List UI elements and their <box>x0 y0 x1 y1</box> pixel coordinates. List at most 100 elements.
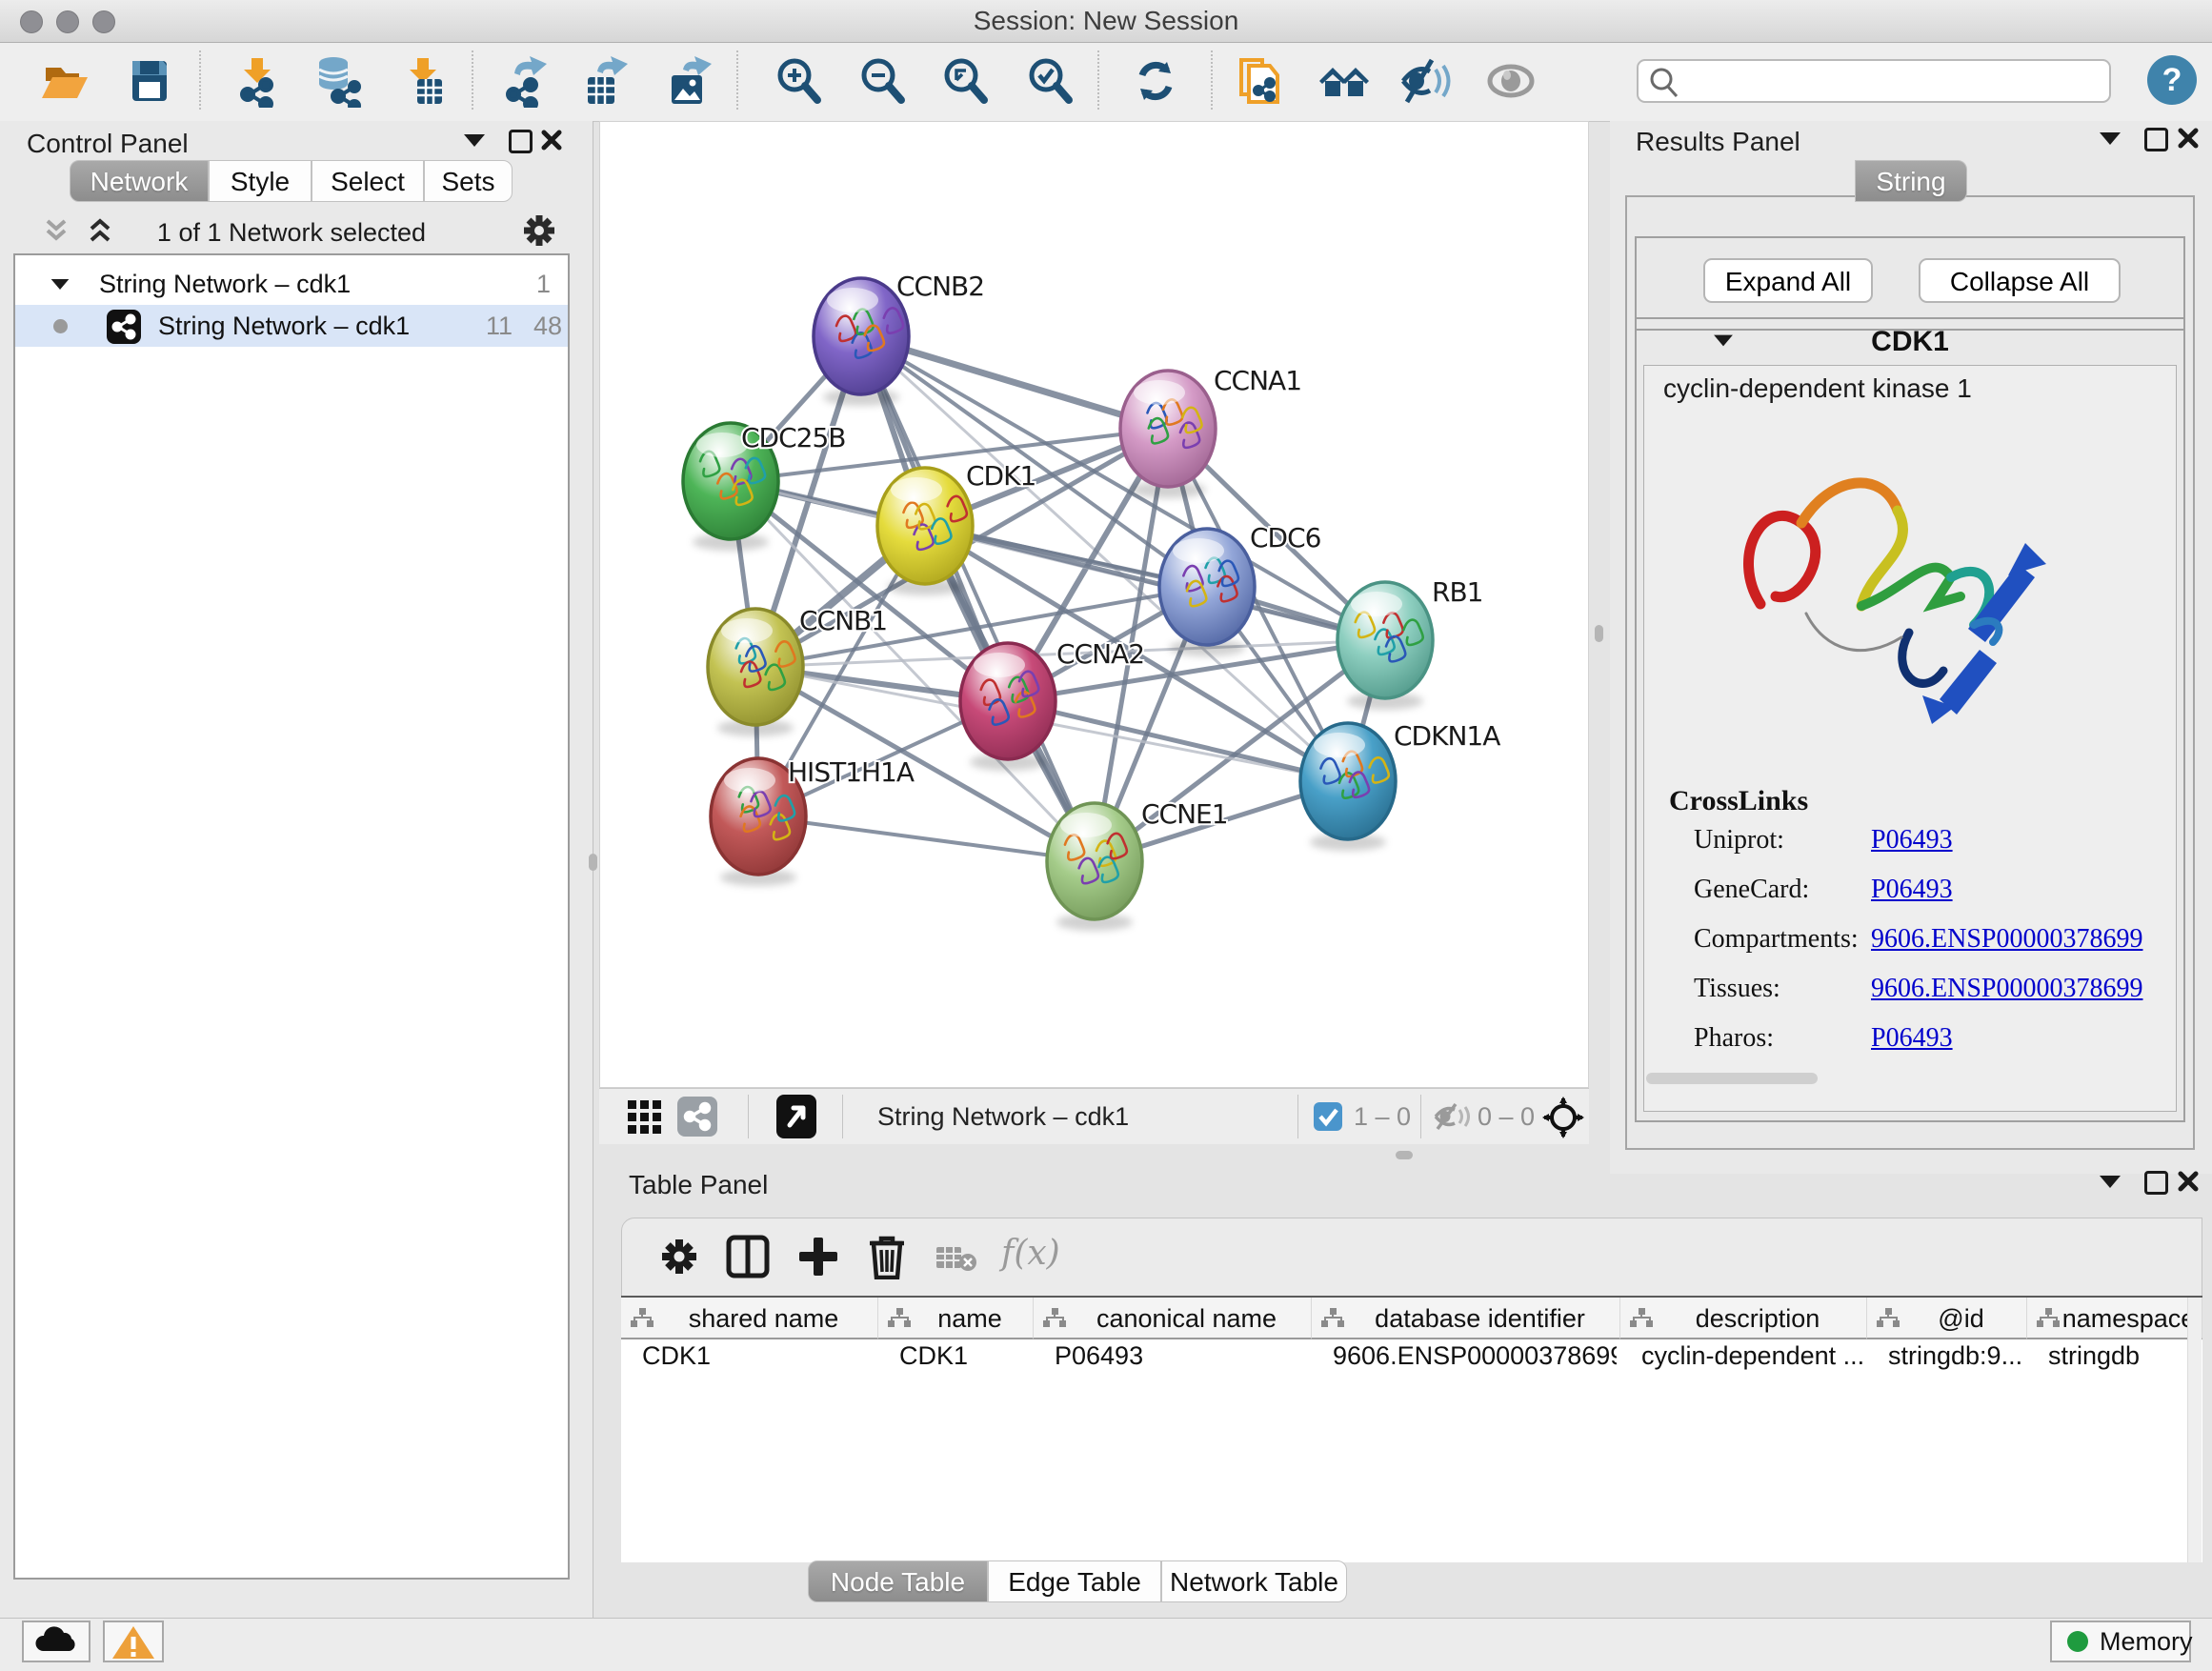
panel-menu-icon[interactable] <box>2100 132 2121 145</box>
tab-string[interactable]: String <box>1855 160 1967 202</box>
crosslinks-heading: CrossLinks <box>1669 785 1808 817</box>
help-button[interactable]: ? <box>2147 55 2197 105</box>
network-node-ccne1[interactable]: CCNE1 <box>1047 798 1228 919</box>
create-column-icon[interactable] <box>795 1234 841 1279</box>
gear-icon[interactable] <box>520 211 558 250</box>
export-network-icon[interactable] <box>497 54 551 108</box>
network-edge[interactable] <box>758 816 1095 861</box>
tab-network[interactable]: Network <box>70 160 209 202</box>
column-header-canonicalname[interactable]: canonical name <box>1034 1298 1312 1339</box>
splitter-handle[interactable] <box>1595 625 1603 642</box>
network-node-ccnb1[interactable]: CCNB1 <box>708 605 887 725</box>
selected-checkbox-icon[interactable] <box>1314 1102 1342 1131</box>
network-node-rb1[interactable]: RB1 <box>1337 576 1482 698</box>
network-graph[interactable]: CCNB2CCNA1CDC25BCDK1CDC6RB1CCNB1CCNA2CDK… <box>600 122 1588 1087</box>
warning-status-button[interactable] <box>103 1621 164 1662</box>
panel-close-icon[interactable] <box>541 130 562 151</box>
delete-table-icon[interactable] <box>936 1243 978 1274</box>
table-cell[interactable]: CDK1 <box>899 1341 1030 1383</box>
table-cell[interactable]: CDK1 <box>642 1341 875 1383</box>
column-header-label: shared name <box>654 1298 874 1339</box>
panel-menu-icon[interactable] <box>2100 1176 2121 1188</box>
zoom-out-icon[interactable] <box>855 54 909 108</box>
tab-style[interactable]: Style <box>209 160 312 202</box>
network-node-cdc6[interactable]: CDC6 <box>1159 522 1321 645</box>
save-session-icon[interactable] <box>123 54 176 108</box>
equation-fx-icon[interactable]: f(x) <box>1001 1234 1060 1273</box>
panel-float-icon[interactable] <box>2144 128 2168 151</box>
crosslink-value-link[interactable]: 9606.ENSP00000378699 <box>1871 974 2142 1004</box>
panel-menu-icon[interactable] <box>464 134 485 147</box>
export-image-icon[interactable] <box>662 54 715 108</box>
table-cell[interactable]: stringdb:9... <box>1888 1341 2023 1383</box>
tab-sets[interactable]: Sets <box>424 160 513 202</box>
network-canvas[interactable]: CCNB2CCNA1CDC25BCDK1CDC6RB1CCNB1CCNA2CDK… <box>599 121 1589 1088</box>
export-table-icon[interactable] <box>578 54 632 108</box>
network-collection-row[interactable]: String Network – cdk1 1 <box>15 263 568 305</box>
network-share-icon[interactable] <box>677 1097 717 1137</box>
import-network-database-icon[interactable] <box>311 54 364 108</box>
crosslink-value-link[interactable]: 9606.ENSP00000378699 <box>1871 924 2142 955</box>
panel-float-icon[interactable] <box>509 130 533 153</box>
column-header-databaseidentifier[interactable]: database identifier <box>1312 1298 1620 1339</box>
hide-selected-icon[interactable] <box>1399 54 1453 108</box>
node-gloss <box>974 653 1025 677</box>
table-cell[interactable]: 9606.ENSP00000378699 <box>1333 1341 1617 1383</box>
tab-select[interactable]: Select <box>312 160 424 202</box>
column-header-name[interactable]: name <box>878 1298 1034 1339</box>
show-columns-icon[interactable] <box>725 1234 771 1279</box>
cloud-status-button[interactable] <box>22 1621 90 1662</box>
birds-eye-icon[interactable] <box>1542 1097 1584 1138</box>
crosslink-value-link[interactable]: P06493 <box>1871 1023 1953 1054</box>
zoom-selected-icon[interactable] <box>1023 54 1076 108</box>
crosslink-value-link[interactable]: P06493 <box>1871 825 1953 856</box>
memory-button[interactable]: Memory <box>2050 1621 2191 1662</box>
tab-node-table[interactable]: Node Table <box>808 1560 988 1602</box>
zoom-fit-icon[interactable] <box>938 54 992 108</box>
open-in-window-icon[interactable] <box>776 1095 816 1138</box>
network-row-selected[interactable]: String Network – cdk1 11 48 <box>15 305 568 347</box>
network-node-ccnb2[interactable]: CCNB2 <box>814 271 984 394</box>
search-field[interactable] <box>1637 59 2111 103</box>
show-all-icon[interactable] <box>1484 54 1538 108</box>
column-type-icon <box>631 1308 654 1329</box>
expand-all-button[interactable]: Expand All <box>1703 258 1873 303</box>
window-title: Session: New Session <box>0 0 2212 42</box>
panel-close-icon[interactable] <box>2178 128 2199 149</box>
crosslink-value-link[interactable]: P06493 <box>1871 875 1953 905</box>
table-settings-gear-icon[interactable] <box>658 1236 700 1278</box>
zoom-in-icon[interactable] <box>772 54 825 108</box>
import-network-file-icon[interactable] <box>231 54 284 108</box>
splitter-handle[interactable] <box>1396 1151 1413 1159</box>
clone-network-icon[interactable] <box>1234 54 1287 108</box>
hidden-eye-icon[interactable] <box>1434 1102 1470 1131</box>
network-node-cdc25b[interactable]: CDC25B <box>683 422 846 539</box>
network-node-cdk1[interactable]: CDK1 <box>877 460 1036 584</box>
panel-float-icon[interactable] <box>2144 1171 2168 1195</box>
collapse-all-button[interactable]: Collapse All <box>1919 258 2121 303</box>
open-session-icon[interactable] <box>38 54 91 108</box>
network-node-cdkn1a[interactable]: CDKN1A <box>1300 720 1500 839</box>
column-header-sharedname[interactable]: shared name <box>621 1298 878 1339</box>
node-label: CDKN1A <box>1394 720 1500 752</box>
delete-column-icon[interactable] <box>864 1232 910 1279</box>
search-input[interactable] <box>1682 63 2096 97</box>
network-node-hist1h1a[interactable]: HIST1H1A <box>711 756 915 875</box>
import-table-icon[interactable] <box>396 54 450 108</box>
splitter-handle[interactable] <box>589 854 597 871</box>
grid-view-icon[interactable] <box>628 1100 662 1135</box>
first-neighbors-icon[interactable] <box>1317 54 1371 108</box>
table-cell[interactable]: stringdb <box>2048 1341 2199 1383</box>
refresh-icon[interactable] <box>1129 54 1182 108</box>
table-vertical-scrollbar[interactable] <box>2187 1298 2202 1562</box>
column-header-namespace[interactable]: namespace <box>2027 1298 2202 1339</box>
column-header-id[interactable]: @id <box>1867 1298 2027 1339</box>
tab-network-table[interactable]: Network Table <box>1161 1560 1347 1602</box>
collection-expand-icon[interactable] <box>51 279 70 290</box>
table-cell[interactable]: cyclin-dependent ... <box>1641 1341 1863 1383</box>
column-header-description[interactable]: description <box>1620 1298 1867 1339</box>
tab-edge-table[interactable]: Edge Table <box>988 1560 1161 1602</box>
results-scrollbar[interactable] <box>1646 1073 1818 1084</box>
panel-close-icon[interactable] <box>2178 1171 2199 1192</box>
table-cell[interactable]: P06493 <box>1055 1341 1308 1383</box>
